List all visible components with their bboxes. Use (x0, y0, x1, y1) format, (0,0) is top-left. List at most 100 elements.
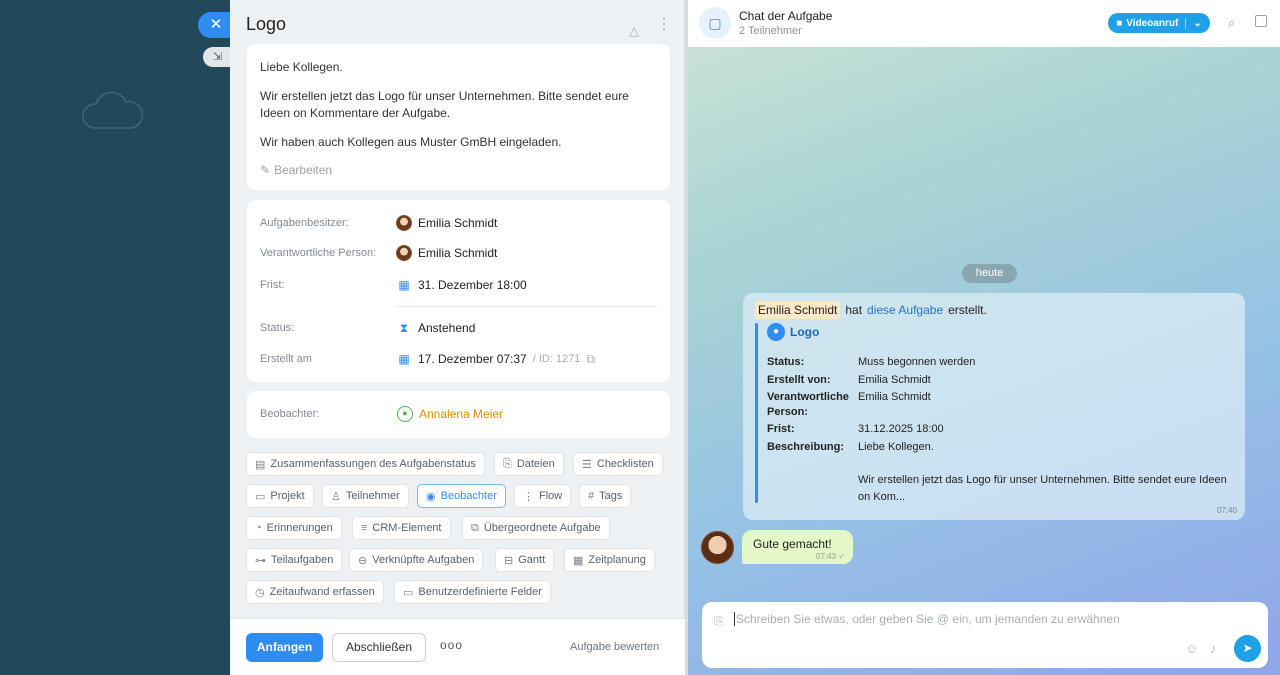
created-value: ▦ 17. Dezember 07:37 / ID: 1271 ⧉ (396, 352, 595, 367)
avatar[interactable] (701, 531, 734, 564)
chip-observers[interactable]: ◉ Beobachter (417, 484, 506, 508)
sidebar-toggle-icon[interactable] (1255, 15, 1267, 27)
observer-card: Beobachter: ● Annalena Meier (247, 391, 670, 438)
finish-button[interactable]: Abschließen (332, 633, 426, 662)
observer-label: Beobachter: (260, 408, 320, 420)
status-value: ⧗ Anstehend (396, 320, 476, 336)
video-call-button[interactable]: ■ Videoanruf ⌄ (1108, 13, 1210, 33)
chip-flow[interactable]: ⋮ Flow (514, 484, 572, 508)
avatar (396, 215, 412, 231)
copy-icon[interactable]: ⧉ (586, 352, 595, 367)
link-icon: ⊖ (358, 554, 368, 567)
close-panel-button[interactable]: ✕ (198, 12, 232, 38)
quote-title[interactable]: ● Logo (767, 323, 819, 341)
chip-subtasks[interactable]: ⊶ Teilaufgaben (246, 548, 343, 572)
chip-scheduling[interactable]: ▦ Zeitplanung (564, 548, 655, 572)
status-label: Status: (260, 322, 295, 334)
quote-label: Beschreibung: (767, 441, 845, 453)
search-icon[interactable]: ⌕ (1228, 15, 1235, 31)
calendar-icon: ▦ (573, 554, 584, 567)
description-line: Wir erstellen jetzt das Logo für unser U… (260, 89, 629, 120)
quote-value: Liebe Kollegen. (858, 441, 934, 453)
quote-row-creator: Erstellt von: Emilia Schmidt (767, 373, 1228, 388)
emoji-icon[interactable]: ☺ (1185, 641, 1198, 656)
chip-checklists[interactable]: ☰ Checklisten (573, 452, 663, 476)
divider (1185, 17, 1187, 29)
flame-icon[interactable]: 🜂 (628, 16, 640, 45)
chip-label: Projekt (270, 490, 305, 502)
chip-label: Übergeordnete Aufgabe (483, 522, 601, 534)
chip-participants[interactable]: ♙ Teilnehmer (322, 484, 409, 508)
edit-label: Bearbeiten (274, 163, 333, 177)
owner-row: Aufgabenbesitzer: Emilia Schmidt (260, 213, 660, 233)
message-input[interactable] (734, 612, 1184, 626)
author-mention[interactable]: Emilia Schmidt (755, 301, 841, 319)
responsible-value[interactable]: Emilia Schmidt (396, 245, 497, 261)
user-icon: ● (767, 323, 785, 341)
responsible-row: Verantwortliche Person: Emilia Schmidt (260, 243, 660, 263)
quote-value: Emilia Schmidt (858, 374, 931, 386)
chevron-down-icon[interactable]: ⌄ (1193, 18, 1201, 29)
date-separator: heute (962, 264, 1017, 283)
hash-icon: # (588, 490, 595, 502)
rate-task-link[interactable]: Aufgabe bewerten (570, 641, 659, 653)
chip-custom-fields[interactable]: ▭ Benutzerdefinierte Felder (394, 580, 551, 604)
checklist-icon: ☰ (582, 458, 592, 471)
more-horizontal-icon[interactable]: ooo (440, 638, 463, 652)
observer-name: Annalena Meier (419, 407, 504, 421)
divider (397, 306, 657, 307)
chip-gantt[interactable]: ⊟ Gantt (495, 548, 555, 572)
microphone-icon[interactable]: ♪ (1210, 641, 1217, 656)
quote-label: Verantwortliche Person: (767, 391, 849, 418)
chip-label: CRM-Element (372, 522, 442, 534)
chip-label: Verknüpfte Aufgaben (372, 554, 475, 566)
quote-label: Erstellt von: (767, 374, 831, 386)
minimize-panel-button[interactable]: ⇲ (203, 47, 232, 67)
message-composer: ⎘ ☺ ♪ ➤ (702, 602, 1268, 668)
description-line: Wir haben auch Kollegen aus Muster GmBH … (260, 135, 562, 149)
send-button[interactable]: ➤ (1234, 635, 1261, 662)
chip-label: Zusammenfassungen des Aufgabenstatus (270, 458, 476, 470)
observer-value[interactable]: ● Annalena Meier (397, 406, 503, 422)
summary-icon: ▤ (255, 458, 266, 471)
quote-value: 31.12.2025 18:00 (858, 423, 944, 435)
start-button[interactable]: Anfangen (246, 633, 323, 662)
edit-link[interactable]: ✎ Bearbeiten (260, 163, 657, 177)
chip-crm[interactable]: ≡ CRM-Element (352, 516, 451, 540)
chip-linked-tasks[interactable]: ⊖ Verknüpfte Aufgaben (349, 548, 484, 572)
quote-row-deadline: Frist: 31.12.2025 18:00 (767, 422, 1228, 437)
chip-files[interactable]: ⎘ Dateien (494, 452, 564, 476)
calendar-created-icon: ▦ (398, 352, 410, 366)
message-bubble: Gute gemacht! 07:43 ✓ (742, 530, 853, 564)
chip-project[interactable]: ▭ Projekt (246, 484, 314, 508)
eye-icon: ◉ (426, 490, 436, 503)
system-message: Emilia Schmidt hat diese Aufgabe erstell… (743, 293, 1245, 520)
task-link[interactable]: diese Aufgabe (867, 303, 943, 317)
chip-tags[interactable]: # Tags (579, 484, 632, 508)
hourglass-icon: ⧗ (399, 320, 409, 335)
more-vertical-icon[interactable]: ⋮ (656, 14, 672, 34)
pencil-icon: ✎ (260, 163, 271, 177)
responsible-label: Verantwortliche Person: (260, 247, 377, 259)
deadline-value[interactable]: ▦ 31. Dezember 18:00 (396, 278, 526, 292)
quote-label: Frist: (767, 423, 795, 435)
details-card: Aufgabenbesitzer: Emilia Schmidt Verantw… (247, 200, 670, 382)
chip-time-tracking[interactable]: ◷ Zeitaufwand erfassen (246, 580, 384, 604)
message-time: 07:40 (1216, 506, 1237, 515)
created-text: 17. Dezember 07:37 (418, 352, 527, 366)
owner-label: Aufgabenbesitzer: (260, 217, 349, 229)
quote-row-responsible: Verantwortliche Person: Emilia Schmidt (767, 390, 1228, 420)
created-label: Erstellt am (260, 353, 312, 365)
chip-label: Teilaufgaben (271, 554, 334, 566)
chip-reminders[interactable]: ◔ Erinnerungen (246, 516, 342, 540)
chat-subtitle[interactable]: 2 Teilnehmer (739, 25, 802, 37)
chip-label: Teilnehmer (345, 490, 400, 502)
chip-label: Zeitaufwand erfassen (269, 586, 375, 598)
paperclip-icon[interactable]: ⎘ (714, 614, 724, 629)
user-icon: ● (397, 406, 413, 422)
status-row: Status: ⧗ Anstehend (260, 318, 660, 338)
parent-task-icon: ⧉ (471, 521, 479, 534)
chip-status-summaries[interactable]: ▤ Zusammenfassungen des Aufgabenstatus (246, 452, 485, 476)
owner-value[interactable]: Emilia Schmidt (396, 215, 497, 231)
chip-parent-task[interactable]: ⧉ Übergeordnete Aufgabe (462, 516, 610, 540)
